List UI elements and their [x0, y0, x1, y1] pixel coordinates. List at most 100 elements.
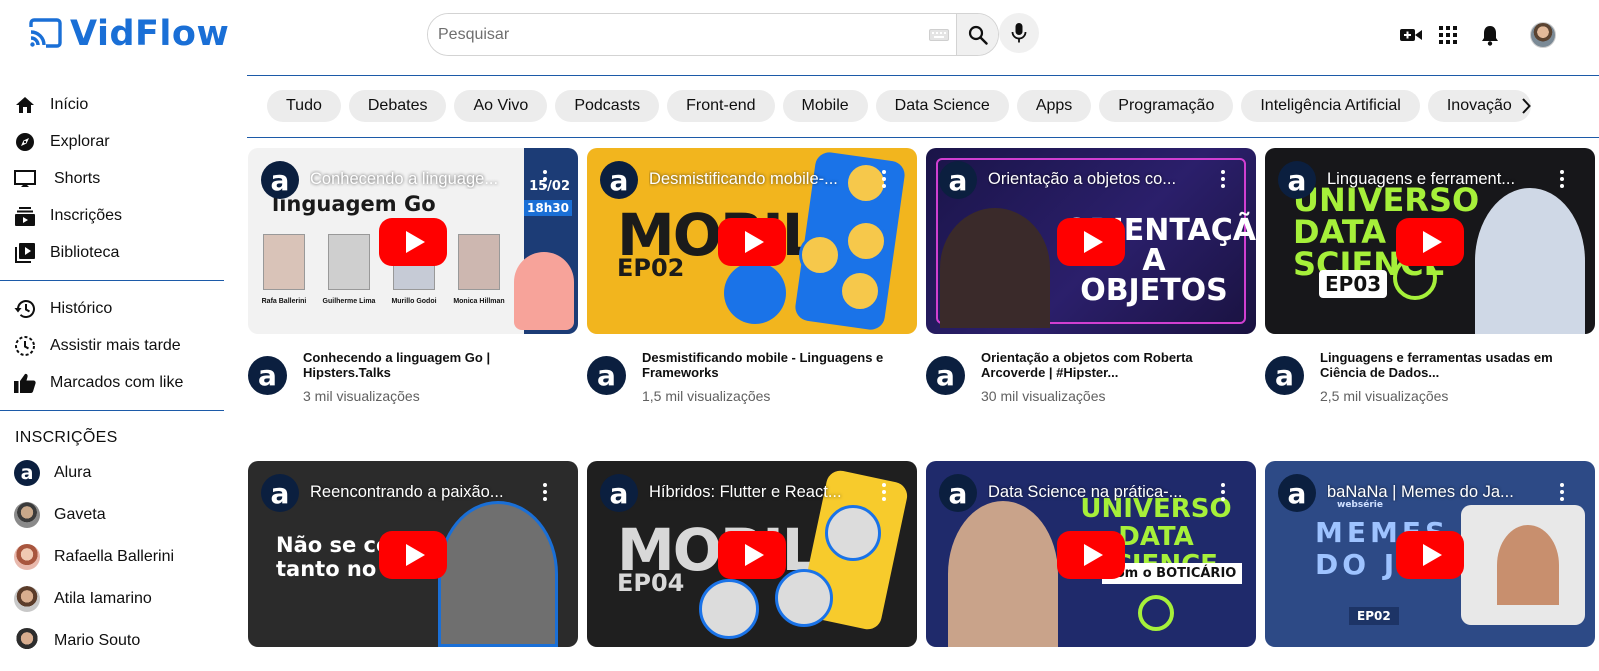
search-bar — [427, 13, 999, 56]
video-overlay-title: baNaNa | Memes do Ja... — [1327, 483, 1514, 501]
search-button[interactable] — [956, 14, 998, 55]
speaker-name: Rafa Ballerini — [261, 298, 307, 305]
channel-avatar[interactable]: a — [1265, 356, 1304, 395]
sidebar-item-historico[interactable]: Histórico — [0, 290, 224, 327]
play-button[interactable] — [379, 531, 447, 579]
subscription-item-rafaella-ballerini[interactable]: Rafaella Ballerini — [0, 536, 224, 578]
sidebar-item-shorts[interactable]: Shorts — [0, 160, 224, 197]
play-button[interactable] — [379, 218, 447, 266]
sidebar-item-marcados-com-like[interactable]: Marcados com like — [0, 364, 224, 401]
chip-data-science[interactable]: Data Science — [875, 90, 1009, 122]
video-card[interactable]: UNIVERSO DATA SCIENCE com o BOTICÁRIO a … — [926, 461, 1256, 647]
video-overlay-title: Conhecendo a linguage... — [310, 170, 499, 188]
person-photo — [845, 220, 887, 262]
channel-logo: a — [1278, 161, 1316, 199]
speaker-name: Murillo Godoi — [391, 298, 437, 305]
chip-podcasts[interactable]: Podcasts — [555, 90, 660, 122]
more-options-icon[interactable] — [542, 170, 548, 188]
video-thumbnail[interactable]: MOBILE EP02 a Desmistificando mobile-... — [587, 148, 917, 334]
keyboard-icon[interactable] — [922, 14, 956, 55]
play-button[interactable] — [1057, 218, 1125, 266]
video-overlay-title: Híbridos: Flutter e React... — [649, 483, 842, 501]
chip-programacao[interactable]: Programação — [1099, 90, 1234, 122]
video-card[interactable]: websérie MEMES DO JS EP02 a baNaNa | Mem… — [1265, 461, 1595, 647]
sidebar-item-label: Histórico — [50, 299, 113, 317]
video-title[interactable]: Conhecendo a linguagem Go | Hipsters.Tal… — [303, 350, 565, 380]
chip-ao-vivo[interactable]: Ao Vivo — [454, 90, 548, 122]
more-options-icon[interactable] — [1559, 483, 1565, 501]
channel-avatar[interactable]: a — [926, 356, 965, 395]
watch-later-icon — [14, 335, 36, 357]
video-thumbnail[interactable]: websérie MEMES DO JS EP02 a baNaNa | Mem… — [1265, 461, 1595, 647]
voice-search-button[interactable] — [999, 13, 1039, 53]
video-title[interactable]: Desmistificando mobile - Linguagens e Fr… — [642, 350, 904, 380]
video-card[interactable]: linguagem Go 15/02 18h30 Rafa Ballerini … — [248, 148, 578, 404]
video-title[interactable]: Orientação a objetos com Roberta Arcover… — [981, 350, 1243, 380]
subscription-item-alura[interactable]: a Alura — [0, 452, 224, 494]
channel-logo: a — [261, 474, 299, 512]
more-options-icon[interactable] — [542, 483, 548, 501]
thumbs-up-icon — [14, 372, 36, 394]
sidebar-item-inscricoes[interactable]: Inscrições — [0, 197, 224, 234]
channel-logo: a — [600, 161, 638, 199]
sidebar-item-explorar[interactable]: Explorar — [0, 123, 224, 160]
sidebar-item-assistir-mais-tarde[interactable]: Assistir mais tarde — [0, 327, 224, 364]
video-thumbnail[interactable]: UNIVERSO DATA SCIENCE EP03 a Linguagens … — [1265, 148, 1595, 334]
more-options-icon[interactable] — [1220, 483, 1226, 501]
video-overlay-title: Data Science na prática-... — [988, 483, 1183, 501]
person-photo — [825, 505, 881, 561]
play-button[interactable] — [718, 218, 786, 266]
video-card[interactable]: MOBILE EP04 a Híbridos: Flutter e React.… — [587, 461, 917, 647]
thumbnail-episode: EP02 — [1349, 607, 1399, 625]
sidebar-item-inicio[interactable]: Início — [0, 86, 224, 123]
subscription-item-atila-iamarino[interactable]: Atila Iamarino — [0, 578, 224, 620]
video-card[interactable]: ORIENTAÇÃO A OBJETOS a Orientação a obje… — [926, 148, 1256, 404]
video-card[interactable]: UNIVERSO DATA SCIENCE EP03 a Linguagens … — [1265, 148, 1595, 404]
apps-grid-icon[interactable] — [1436, 23, 1460, 47]
user-avatar[interactable] — [1530, 22, 1556, 48]
more-options-icon[interactable] — [881, 483, 887, 501]
video-title[interactable]: Linguagens e ferramentas usadas em Ciênc… — [1320, 350, 1582, 380]
channel-avatar[interactable]: a — [587, 356, 626, 395]
thumbnail-episode: EP04 — [617, 569, 685, 597]
create-video-icon[interactable] — [1399, 23, 1423, 47]
chevron-right-icon[interactable] — [1514, 94, 1538, 118]
video-thumbnail[interactable]: linguagem Go 15/02 18h30 Rafa Ballerini … — [248, 148, 578, 334]
person-photo — [799, 234, 841, 276]
person-photo — [724, 262, 786, 324]
category-chips-bar: Tudo Debates Ao Vivo Podcasts Front-end … — [247, 75, 1599, 138]
subscriptions-icon — [14, 205, 36, 227]
chip-mobile[interactable]: Mobile — [782, 90, 868, 122]
brand-logo[interactable]: VidFlow — [28, 14, 229, 54]
sidebar-divider — [0, 410, 224, 411]
video-thumbnail[interactable]: ORIENTAÇÃO A OBJETOS a Orientação a obje… — [926, 148, 1256, 334]
more-options-icon[interactable] — [1559, 170, 1565, 188]
play-button[interactable] — [1396, 531, 1464, 579]
chip-debates[interactable]: Debates — [348, 90, 447, 122]
video-card[interactable]: MOBILE EP02 a Desmistificando mobile-...… — [587, 148, 917, 404]
video-thumbnail[interactable]: MOBILE EP04 a Híbridos: Flutter e React.… — [587, 461, 917, 647]
video-thumbnail[interactable]: UNIVERSO DATA SCIENCE com o BOTICÁRIO a … — [926, 461, 1256, 647]
sidebar-item-label: Explorar — [50, 132, 110, 150]
notifications-bell-icon[interactable] — [1478, 23, 1502, 47]
more-options-icon[interactable] — [1220, 170, 1226, 188]
sidebar-item-label: Marcados com like — [50, 373, 184, 391]
chip-front-end[interactable]: Front-end — [667, 90, 775, 122]
video-meta: a Linguagens e ferramentas usadas em Ciê… — [1265, 350, 1595, 404]
speaker-photo — [263, 234, 305, 290]
play-button[interactable] — [1396, 218, 1464, 266]
play-button[interactable] — [1057, 531, 1125, 579]
search-input[interactable] — [428, 14, 922, 55]
video-thumbnail[interactable]: Não se co tanto no i a Reencontrando a p… — [248, 461, 578, 647]
chip-apps[interactable]: Apps — [1016, 90, 1092, 122]
video-card[interactable]: Não se co tanto no i a Reencontrando a p… — [248, 461, 578, 647]
play-button[interactable] — [718, 531, 786, 579]
chip-tudo[interactable]: Tudo — [267, 90, 341, 122]
more-options-icon[interactable] — [881, 170, 887, 188]
subscription-item-mario-souto[interactable]: Mario Souto — [0, 620, 224, 662]
chip-inteligencia-artificial[interactable]: Inteligência Artificial — [1241, 90, 1420, 122]
sidebar-item-biblioteca[interactable]: Biblioteca — [0, 234, 224, 271]
subscription-name: Atila Iamarino — [54, 590, 152, 607]
subscription-item-gaveta[interactable]: Gaveta — [0, 494, 224, 536]
channel-avatar[interactable]: a — [248, 356, 287, 395]
